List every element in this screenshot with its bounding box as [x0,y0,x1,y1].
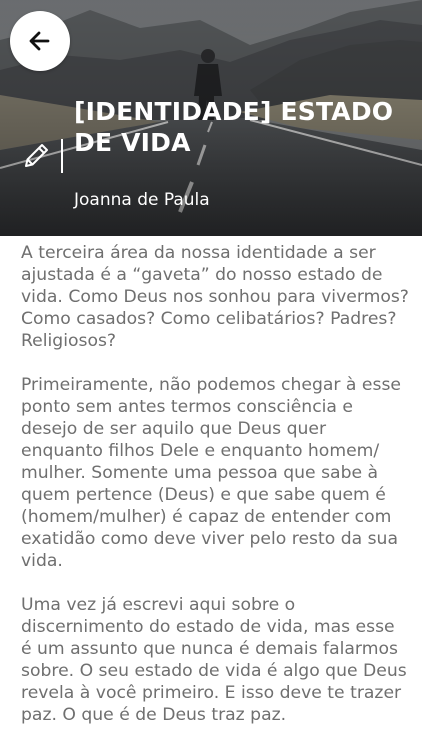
post-author: Joanna de Paula [74,190,210,210]
arrow-left-icon [29,31,50,51]
article-paragraph: Uma vez já escrevi aqui sobre o discerni… [21,595,407,725]
post-screen: [IDENTIDADE] ESTADO DE VIDA Joanna de Pa… [0,0,422,750]
article-body: A terceira área da nossa identidade a se… [21,242,409,748]
article-paragraph: Primeiramente, não podemos chegar à esse… [21,375,401,571]
header-photo: [IDENTIDADE] ESTADO DE VIDA Joanna de Pa… [0,0,422,236]
title-divider [61,139,63,173]
edit-button[interactable] [20,140,52,172]
post-title: [IDENTIDADE] ESTADO DE VIDA [74,97,394,157]
article-paragraph: A terceira área da nossa identidade a se… [21,243,409,351]
pencil-icon [25,144,48,167]
back-button[interactable] [10,11,70,71]
